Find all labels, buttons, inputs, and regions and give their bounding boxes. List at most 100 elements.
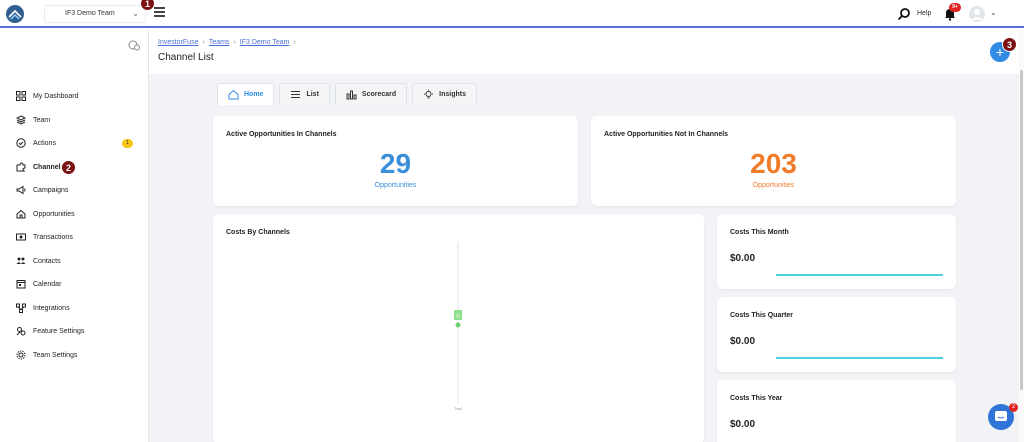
layers-icon — [16, 114, 26, 125]
sidebar-item-actions[interactable]: Actions 1 — [0, 132, 149, 156]
costs-by-channels-chart: 0 Total — [454, 242, 462, 411]
breadcrumb: InvestorFuse › Teams › IF3 Demo Team › — [158, 39, 300, 46]
people-icon — [16, 257, 26, 264]
sidebar-item-label: Transactions — [33, 234, 73, 241]
sidebar-item-label: Contacts — [33, 257, 61, 265]
sidebar-item-campaigns[interactable]: Campaigns — [0, 179, 149, 203]
breadcrumb-link[interactable]: Teams — [209, 39, 230, 46]
costs-month-value: $0.00 — [730, 253, 756, 264]
not-in-channels-card: Active Opportunities Not In Channels 203… — [591, 116, 956, 206]
annotation-marker-2: 2 — [61, 159, 76, 175]
sidebar-item-calendar[interactable]: Calendar — [0, 273, 149, 297]
tab-label: Home — [244, 91, 264, 98]
chart-axis-label: Total — [454, 407, 462, 411]
chevron-down-icon: ⌄ — [132, 9, 139, 18]
gear-icon — [16, 350, 26, 359]
sidebar-item-feature-settings[interactable]: Feature Settings — [0, 320, 149, 344]
hamburger-menu-icon[interactable] — [154, 7, 165, 17]
costs-month-card: Costs This Month $0.00 — [717, 214, 956, 289]
breadcrumb-separator-icon: › — [233, 39, 236, 46]
help-link[interactable]: Help — [917, 10, 931, 17]
costs-quarter-value: $0.00 — [730, 336, 756, 347]
tab-label: Insights — [439, 91, 466, 98]
sidebar-item-label: Calendar — [33, 281, 62, 288]
card-title: Costs This Month — [730, 229, 789, 236]
sidebar-item-label: Opportunities — [33, 210, 75, 218]
team-select-value: IF3 Demo Team — [65, 10, 115, 17]
chevron-down-icon[interactable]: ⌄ — [990, 8, 997, 17]
tab-label: Scorecard — [361, 91, 397, 98]
top-bar: IF3 Demo Team ⌄ 1 Help 9+ ⌄ — [0, 0, 1024, 28]
page-header: InvestorFuse › Teams › IF3 Demo Team › Channe… — [149, 30, 1019, 74]
sidebar-item-channels[interactable]: Channels 2 — [0, 156, 149, 180]
integrations-icon — [16, 303, 26, 313]
costs-quarter-card: Costs This Quarter $0.00 — [717, 297, 956, 372]
chart-point — [455, 322, 461, 328]
sidebar-item-label: Campaigns — [33, 187, 69, 194]
tab-insights[interactable]: Insights — [412, 83, 477, 105]
sidebar-item-my-dashboard[interactable]: My Dashboard — [0, 85, 149, 109]
calendar-icon — [16, 280, 26, 289]
costs-year-card: Costs This Year $0.00 — [717, 380, 956, 442]
megaphone-icon — [16, 185, 26, 195]
card-title: Active Opportunities In Channels — [226, 131, 337, 138]
home-icon — [16, 209, 26, 218]
lightbulb-icon — [424, 89, 434, 99]
avatar[interactable] — [969, 6, 985, 22]
in-channels-card: Active Opportunities In Channels 29 Oppo… — [213, 116, 578, 206]
costs-year-value: $0.00 — [730, 419, 756, 430]
main-content: InvestorFuse › Teams › IF3 Demo Team › Channe… — [149, 30, 1019, 442]
sidebar-item-label: Team Settings — [33, 351, 78, 359]
sidebar-item-label: Team — [33, 116, 51, 124]
page-title: Channel List — [158, 52, 214, 63]
card-title: Costs This Quarter — [730, 312, 794, 319]
sidebar-nav: My Dashboard Team Actions 1 Channels 2 C… — [0, 85, 149, 367]
page-scrollbar[interactable] — [1019, 30, 1024, 442]
sidebar-item-label: Channels — [33, 163, 65, 171]
tab-home[interactable]: Home — [217, 83, 275, 105]
costs-month-sparkline — [776, 274, 943, 276]
sidebar-item-integrations[interactable]: Integrations — [0, 297, 149, 321]
search-icon[interactable] — [897, 7, 911, 21]
sidebar-item-team[interactable]: Team — [0, 109, 149, 133]
money-icon — [16, 233, 26, 241]
scrollbar-thumb[interactable] — [1020, 70, 1023, 390]
puzzle-icon — [16, 161, 26, 171]
breadcrumb-separator-icon: › — [293, 39, 296, 46]
sidebar-item-label: My Dashboard — [33, 93, 79, 100]
sidebar-item-transactions[interactable]: Transactions — [0, 226, 149, 250]
not-in-channels-sub: Opportunities — [752, 182, 795, 189]
sidebar-item-label: Integrations — [33, 304, 70, 312]
chat-unread-badge: 2 — [1009, 403, 1018, 412]
annotation-marker-1: 1 — [140, 0, 155, 11]
in-channels-count: 29 — [379, 148, 412, 179]
app-logo-icon[interactable] — [6, 5, 24, 23]
notification-badge: 9+ — [949, 3, 961, 12]
card-title: Costs This Year — [730, 395, 783, 402]
annotation-marker-3: 3 — [1002, 37, 1017, 52]
actions-count-badge: 1 — [122, 139, 133, 148]
tab-list[interactable]: List — [279, 83, 330, 105]
settings-toggle-icon[interactable] — [128, 39, 140, 51]
dashboard-icon — [16, 91, 26, 101]
home-icon — [228, 89, 239, 100]
check-circle-icon — [16, 138, 26, 148]
costs-by-channels-card: Costs By Channels 0 Total — [213, 214, 704, 442]
sidebar-item-label: Feature Settings — [33, 328, 85, 335]
breadcrumb-link[interactable]: IF3 Demo Team — [240, 39, 290, 46]
breadcrumb-link[interactable]: InvestorFuse — [158, 39, 198, 46]
feature-settings-icon — [16, 327, 26, 336]
team-select[interactable]: IF3 Demo Team ⌄ — [44, 5, 146, 23]
sidebar: My Dashboard Team Actions 1 Channels 2 C… — [0, 30, 149, 442]
sidebar-item-team-settings[interactable]: Team Settings — [0, 344, 149, 368]
tab-bar: Home List Scorecard Insights — [217, 83, 477, 105]
card-title: Active Opportunities Not In Channels — [604, 131, 729, 138]
sidebar-item-opportunities[interactable]: Opportunities — [0, 203, 149, 227]
sidebar-item-contacts[interactable]: Contacts — [0, 250, 149, 274]
costs-quarter-sparkline — [776, 357, 943, 359]
in-channels-sub: Opportunities — [374, 182, 417, 189]
breadcrumb-separator-icon: › — [202, 39, 205, 46]
bar-chart-icon — [346, 90, 357, 100]
tab-label: List — [306, 91, 319, 98]
tab-scorecard[interactable]: Scorecard — [334, 83, 408, 105]
